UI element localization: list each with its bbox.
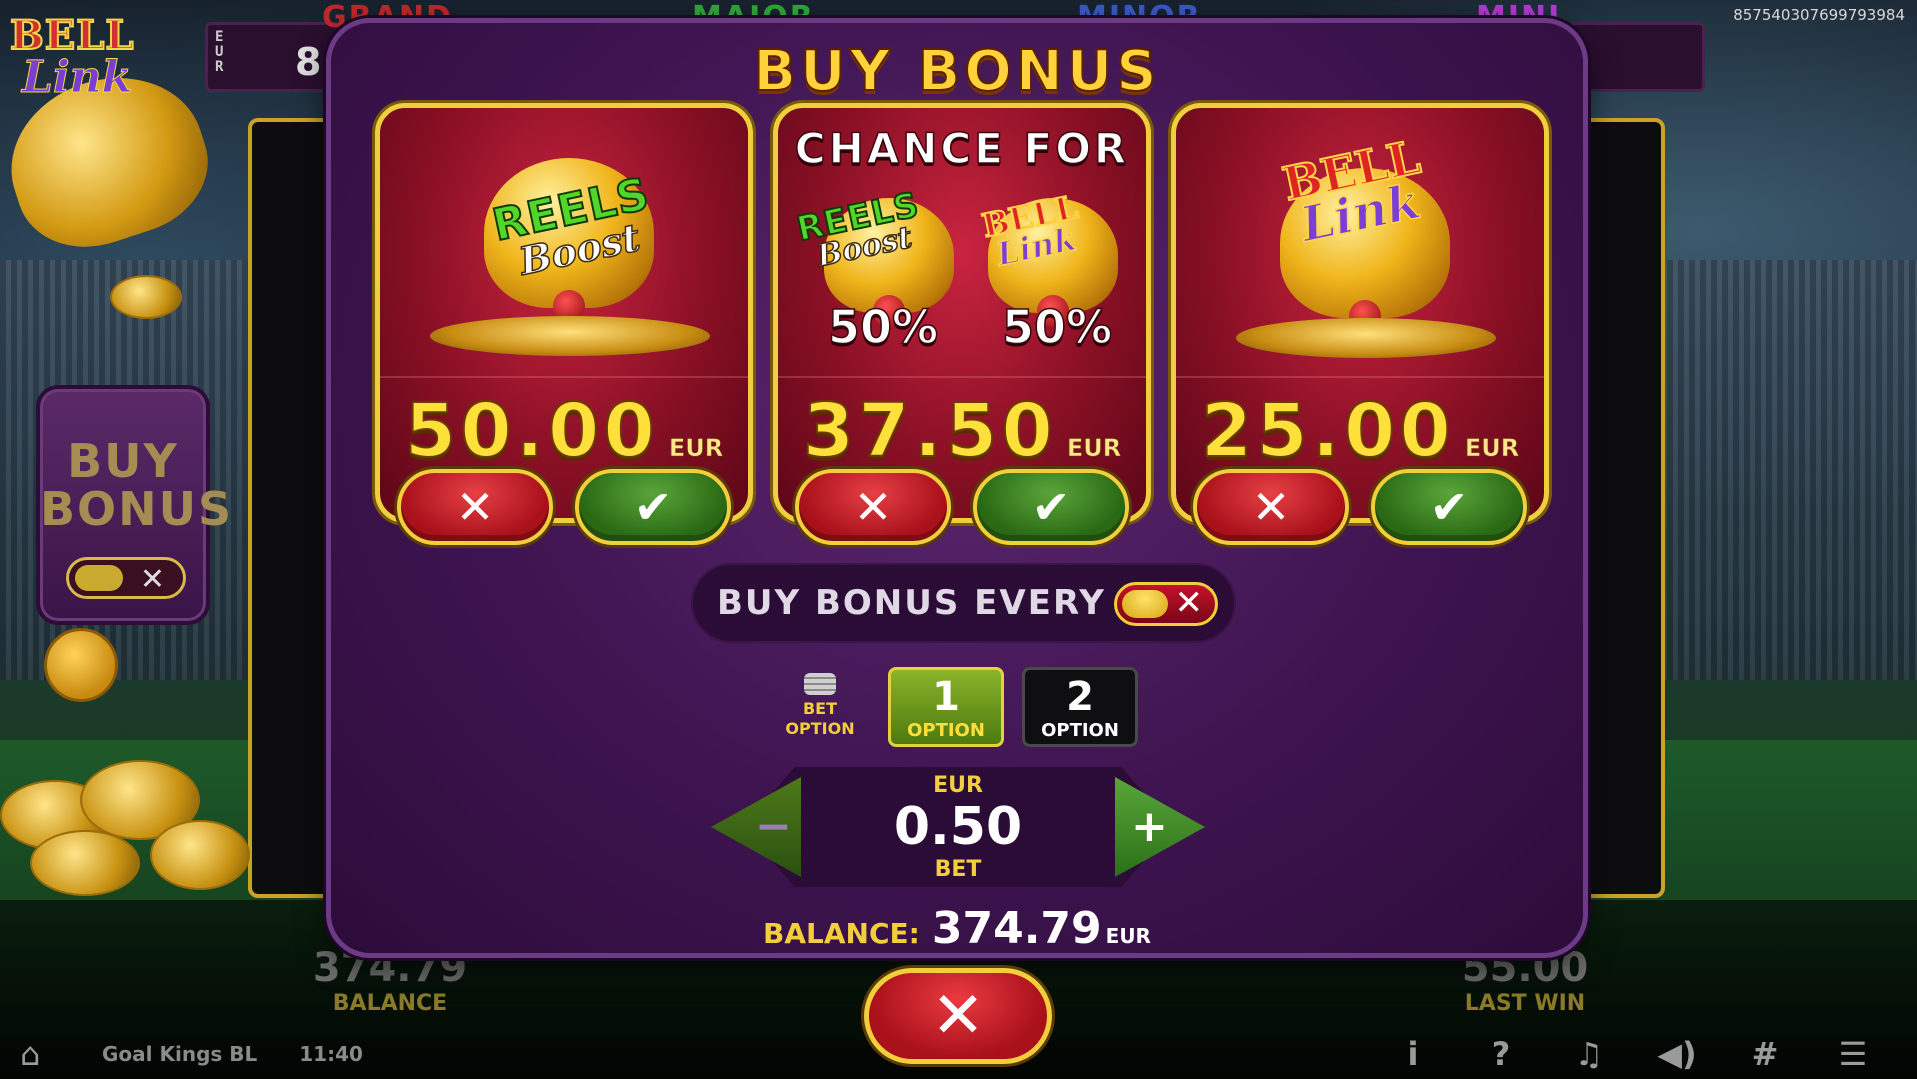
bet-label: BET bbox=[934, 857, 982, 882]
coins-icon bbox=[430, 316, 710, 356]
accept-chance-button[interactable]: ✔ bbox=[973, 469, 1129, 545]
coin-icon bbox=[110, 275, 182, 319]
toggle-knob bbox=[75, 565, 123, 591]
close-icon: ✕ bbox=[139, 562, 165, 597]
close-icon: ✕ bbox=[1174, 583, 1204, 623]
balance-label: BALANCE: bbox=[763, 917, 920, 950]
price-row: 37.50 EUR bbox=[778, 376, 1146, 476]
modal-balance: BALANCE: 374.79 EUR bbox=[331, 903, 1583, 954]
jackpot-grand-value: 8 bbox=[295, 40, 322, 84]
price: 37.50 bbox=[802, 387, 1057, 475]
price: 50.00 bbox=[404, 387, 659, 475]
price-currency: EUR bbox=[668, 434, 724, 463]
price-currency: EUR bbox=[1464, 434, 1520, 463]
session-id: 85754030769979398​4 bbox=[1733, 6, 1905, 24]
coin-icon bbox=[150, 820, 250, 890]
bet-option-label: BET OPTION bbox=[777, 673, 863, 739]
home-icon[interactable]: ⌂ bbox=[20, 1036, 60, 1072]
chip-stack-icon bbox=[804, 673, 836, 695]
music-icon[interactable]: ♫ bbox=[1545, 1035, 1633, 1073]
buy-bonus-modal: BUY BONUS REELS Boost 50.00 EUR CHANCE FO… bbox=[326, 18, 1588, 958]
bet-option-2-button[interactable]: 2 OPTION bbox=[1022, 667, 1138, 747]
every-spin-toggle[interactable]: ✕ bbox=[1114, 582, 1218, 626]
bet-value: 0.50 bbox=[893, 797, 1023, 857]
balance-currency: EUR bbox=[1105, 924, 1151, 948]
chance-title: CHANCE FOR bbox=[794, 123, 1130, 174]
chance-art: CHANCE FOR REELS Boost BELL Link 50% 50% bbox=[778, 108, 1146, 378]
price-currency: EUR bbox=[1066, 434, 1122, 463]
price-row: 50.00 EUR bbox=[380, 376, 748, 476]
reels-boost-art: REELS Boost bbox=[380, 108, 748, 378]
coin-icon bbox=[30, 830, 140, 896]
balance-value: 374.79 bbox=[931, 903, 1102, 954]
menu-icon[interactable]: ☰ bbox=[1809, 1035, 1897, 1073]
buy-bonus-every-spin: BUY BONUS EVERY SPIN ✕ bbox=[691, 563, 1236, 643]
reels-boost-chance: 50% bbox=[827, 299, 939, 355]
price-row: 25.00 EUR bbox=[1176, 376, 1544, 476]
grid-icon[interactable]: # bbox=[1721, 1035, 1809, 1073]
accept-bell-link-button[interactable]: ✔ bbox=[1371, 469, 1527, 545]
bonus-card-reels-boost: REELS Boost 50.00 EUR bbox=[375, 103, 753, 523]
bell-link-chance: 50% bbox=[1001, 299, 1113, 355]
modal-title: BUY BONUS bbox=[752, 38, 1161, 105]
side-buy-bonus-label: BUY BONUS bbox=[40, 434, 234, 536]
bonus-card-chance: CHANCE FOR REELS Boost BELL Link 50% 50%… bbox=[773, 103, 1151, 523]
volume-icon[interactable]: ◀) bbox=[1633, 1035, 1721, 1073]
game-screen: GRAND MAJOR MINOR MINI EUR 8 85754030769… bbox=[0, 0, 1917, 1079]
reject-reels-boost-button[interactable]: ✕ bbox=[397, 469, 553, 545]
close-modal-button[interactable]: ✕ bbox=[864, 968, 1052, 1064]
speaker-icon[interactable] bbox=[44, 628, 118, 702]
reject-bell-link-button[interactable]: ✕ bbox=[1193, 469, 1349, 545]
game-name: Goal Kings BL bbox=[102, 1042, 258, 1066]
bell-link-art: BELL Link bbox=[1176, 108, 1544, 378]
price: 25.00 bbox=[1200, 387, 1455, 475]
info-icon[interactable]: i bbox=[1369, 1035, 1457, 1073]
bet-currency: EUR bbox=[933, 773, 983, 798]
clock: 11:40 bbox=[299, 1042, 363, 1066]
bet-stepper: − + EUR 0.50 BET bbox=[703, 767, 1213, 887]
coins-icon bbox=[1236, 318, 1496, 358]
game-logo: BELL Link bbox=[2, 6, 142, 116]
bet-option-1-button[interactable]: 1 OPTION bbox=[888, 667, 1004, 747]
help-icon[interactable]: ? bbox=[1457, 1035, 1545, 1073]
accept-reels-boost-button[interactable]: ✔ bbox=[575, 469, 731, 545]
side-buy-bonus-panel[interactable]: BUY BONUS ✕ bbox=[36, 385, 234, 625]
reject-chance-button[interactable]: ✕ bbox=[795, 469, 951, 545]
jackpot-currency: EUR bbox=[215, 29, 224, 75]
logo-link-text: Link bbox=[21, 52, 133, 104]
side-buy-bonus-toggle[interactable]: ✕ bbox=[66, 557, 186, 599]
bonus-card-bell-link: BELL Link 25.00 EUR bbox=[1171, 103, 1549, 523]
toggle-knob bbox=[1122, 590, 1168, 618]
